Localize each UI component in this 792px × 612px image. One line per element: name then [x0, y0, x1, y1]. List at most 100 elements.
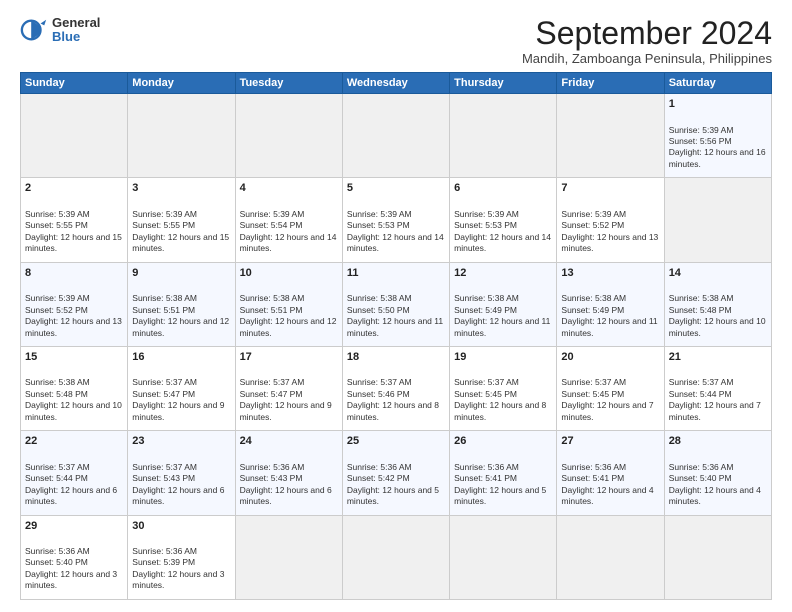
sunrise-text: Sunrise: 5:36 AM: [25, 546, 90, 556]
sunset-text: Sunset: 5:48 PM: [669, 305, 732, 315]
daylight-text: Daylight: 12 hours and 16 minutes.: [669, 147, 766, 168]
day-number: 18: [347, 350, 445, 365]
sunset-text: Sunset: 5:53 PM: [454, 220, 517, 230]
calendar-cell: 3Sunrise: 5:39 AMSunset: 5:55 PMDaylight…: [128, 178, 235, 262]
calendar-cell: [235, 94, 342, 178]
day-number: 8: [25, 266, 123, 281]
sunset-text: Sunset: 5:41 PM: [454, 473, 517, 483]
sunset-text: Sunset: 5:48 PM: [25, 389, 88, 399]
calendar-cell: 9Sunrise: 5:38 AMSunset: 5:51 PMDaylight…: [128, 262, 235, 346]
calendar-table: SundayMondayTuesdayWednesdayThursdayFrid…: [20, 72, 772, 600]
day-number: 25: [347, 434, 445, 449]
logo-icon: [20, 16, 48, 44]
daylight-text: Daylight: 12 hours and 11 minutes.: [454, 316, 550, 337]
daylight-text: Daylight: 12 hours and 12 minutes.: [132, 316, 229, 337]
day-number: 19: [454, 350, 552, 365]
calendar-cell: 14Sunrise: 5:38 AMSunset: 5:48 PMDayligh…: [664, 262, 771, 346]
calendar-cell: 20Sunrise: 5:37 AMSunset: 5:45 PMDayligh…: [557, 347, 664, 431]
sunset-text: Sunset: 5:46 PM: [347, 389, 410, 399]
sunset-text: Sunset: 5:55 PM: [132, 220, 195, 230]
sunset-text: Sunset: 5:56 PM: [669, 136, 732, 146]
calendar-cell: 24Sunrise: 5:36 AMSunset: 5:43 PMDayligh…: [235, 431, 342, 515]
location-subtitle: Mandih, Zamboanga Peninsula, Philippines: [522, 51, 772, 66]
logo-blue-text: Blue: [52, 30, 100, 44]
daylight-text: Daylight: 12 hours and 8 minutes.: [454, 400, 546, 421]
daylight-text: Daylight: 12 hours and 5 minutes.: [454, 485, 546, 506]
sunset-text: Sunset: 5:45 PM: [561, 389, 624, 399]
daylight-text: Daylight: 12 hours and 15 minutes.: [132, 232, 229, 253]
day-number: 29: [25, 519, 123, 534]
sunset-text: Sunset: 5:41 PM: [561, 473, 624, 483]
sunrise-text: Sunrise: 5:37 AM: [669, 377, 734, 387]
calendar-cell: 29 Sunrise: 5:36 AMSunset: 5:40 PM Dayligh…: [21, 515, 128, 599]
week-row-1: 1Sunrise: 5:39 AMSunset: 5:56 PMDaylight…: [21, 94, 772, 178]
calendar-cell: 6Sunrise: 5:39 AMSunset: 5:53 PMDaylight…: [450, 178, 557, 262]
sunset-text: Sunset: 5:51 PM: [132, 305, 195, 315]
calendar-cell: [664, 515, 771, 599]
daylight-text: Daylight: 12 hours and 12 minutes.: [240, 316, 337, 337]
logo-text: General Blue: [52, 16, 100, 45]
sunset-text: Sunset: 5:47 PM: [240, 389, 303, 399]
sunrise-text: Sunrise: 5:39 AM: [561, 209, 626, 219]
day-number: 2: [25, 181, 123, 196]
calendar-cell: [235, 515, 342, 599]
calendar-cell: 11Sunrise: 5:38 AMSunset: 5:50 PMDayligh…: [342, 262, 449, 346]
calendar-cell: 30Sunrise: 5:36 AMSunset: 5:39 PMDayligh…: [128, 515, 235, 599]
sunset-text: Sunset: 5:55 PM: [25, 220, 88, 230]
sunrise-text: Sunrise: 5:36 AM: [454, 462, 519, 472]
daylight-text: Daylight: 12 hours and 8 minutes.: [347, 400, 439, 421]
daylight-text: Daylight: 12 hours and 6 minutes.: [25, 485, 117, 506]
daylight-text: Daylight: 12 hours and 9 minutes.: [132, 400, 224, 421]
sunset-text: Sunset: 5:45 PM: [454, 389, 517, 399]
sunrise-text: Sunrise: 5:36 AM: [561, 462, 626, 472]
sunrise-text: Sunrise: 5:38 AM: [240, 293, 305, 303]
day-number: 4: [240, 181, 338, 196]
sunrise-text: Sunrise: 5:37 AM: [454, 377, 519, 387]
day-header-saturday: Saturday: [664, 73, 771, 94]
header-row: SundayMondayTuesdayWednesdayThursdayFrid…: [21, 73, 772, 94]
day-number: 15: [25, 350, 123, 365]
calendar-cell: 10Sunrise: 5:38 AMSunset: 5:51 PMDayligh…: [235, 262, 342, 346]
sunrise-text: Sunrise: 5:38 AM: [669, 293, 734, 303]
sunset-text: Sunset: 5:49 PM: [454, 305, 517, 315]
calendar-cell: [557, 515, 664, 599]
day-number: 27: [561, 434, 659, 449]
calendar-cell: 25Sunrise: 5:36 AMSunset: 5:42 PMDayligh…: [342, 431, 449, 515]
sunset-text: Sunset: 5:39 PM: [132, 557, 195, 567]
calendar-cell: 27Sunrise: 5:36 AMSunset: 5:41 PMDayligh…: [557, 431, 664, 515]
daylight-text: Daylight: 12 hours and 15 minutes.: [25, 232, 122, 253]
day-number: 21: [669, 350, 767, 365]
day-number: 10: [240, 266, 338, 281]
daylight-text: Daylight: 12 hours and 3 minutes.: [132, 569, 224, 590]
sunset-text: Sunset: 5:52 PM: [561, 220, 624, 230]
day-number: 9: [132, 266, 230, 281]
sunset-text: Sunset: 5:53 PM: [347, 220, 410, 230]
daylight-text: Daylight: 12 hours and 6 minutes.: [132, 485, 224, 506]
sunrise-text: Sunrise: 5:38 AM: [454, 293, 519, 303]
day-number: 20: [561, 350, 659, 365]
calendar-cell: 21Sunrise: 5:37 AMSunset: 5:44 PMDayligh…: [664, 347, 771, 431]
daylight-text: Daylight: 12 hours and 10 minutes.: [669, 316, 766, 337]
daylight-text: Daylight: 12 hours and 13 minutes.: [25, 316, 122, 337]
calendar-cell: 18Sunrise: 5:37 AMSunset: 5:46 PMDayligh…: [342, 347, 449, 431]
week-row-6: 29 Sunrise: 5:36 AMSunset: 5:40 PM Dayligh…: [21, 515, 772, 599]
sunrise-text: Sunrise: 5:36 AM: [669, 462, 734, 472]
daylight-text: Daylight: 12 hours and 3 minutes.: [25, 569, 117, 590]
day-number: 28: [669, 434, 767, 449]
day-header-sunday: Sunday: [21, 73, 128, 94]
sunset-text: Sunset: 5:47 PM: [132, 389, 195, 399]
sunset-text: Sunset: 5:40 PM: [25, 557, 88, 567]
sunset-text: Sunset: 5:52 PM: [25, 305, 88, 315]
calendar-cell: [342, 515, 449, 599]
day-number: 30: [132, 519, 230, 534]
day-number: 7: [561, 181, 659, 196]
day-header-wednesday: Wednesday: [342, 73, 449, 94]
calendar-cell: [450, 94, 557, 178]
day-number: 13: [561, 266, 659, 281]
day-header-monday: Monday: [128, 73, 235, 94]
week-row-4: 15Sunrise: 5:38 AMSunset: 5:48 PMDayligh…: [21, 347, 772, 431]
daylight-text: Daylight: 12 hours and 14 minutes.: [240, 232, 337, 253]
calendar-cell: 15Sunrise: 5:38 AMSunset: 5:48 PMDayligh…: [21, 347, 128, 431]
sunrise-text: Sunrise: 5:37 AM: [561, 377, 626, 387]
daylight-text: Daylight: 12 hours and 11 minutes.: [347, 316, 443, 337]
